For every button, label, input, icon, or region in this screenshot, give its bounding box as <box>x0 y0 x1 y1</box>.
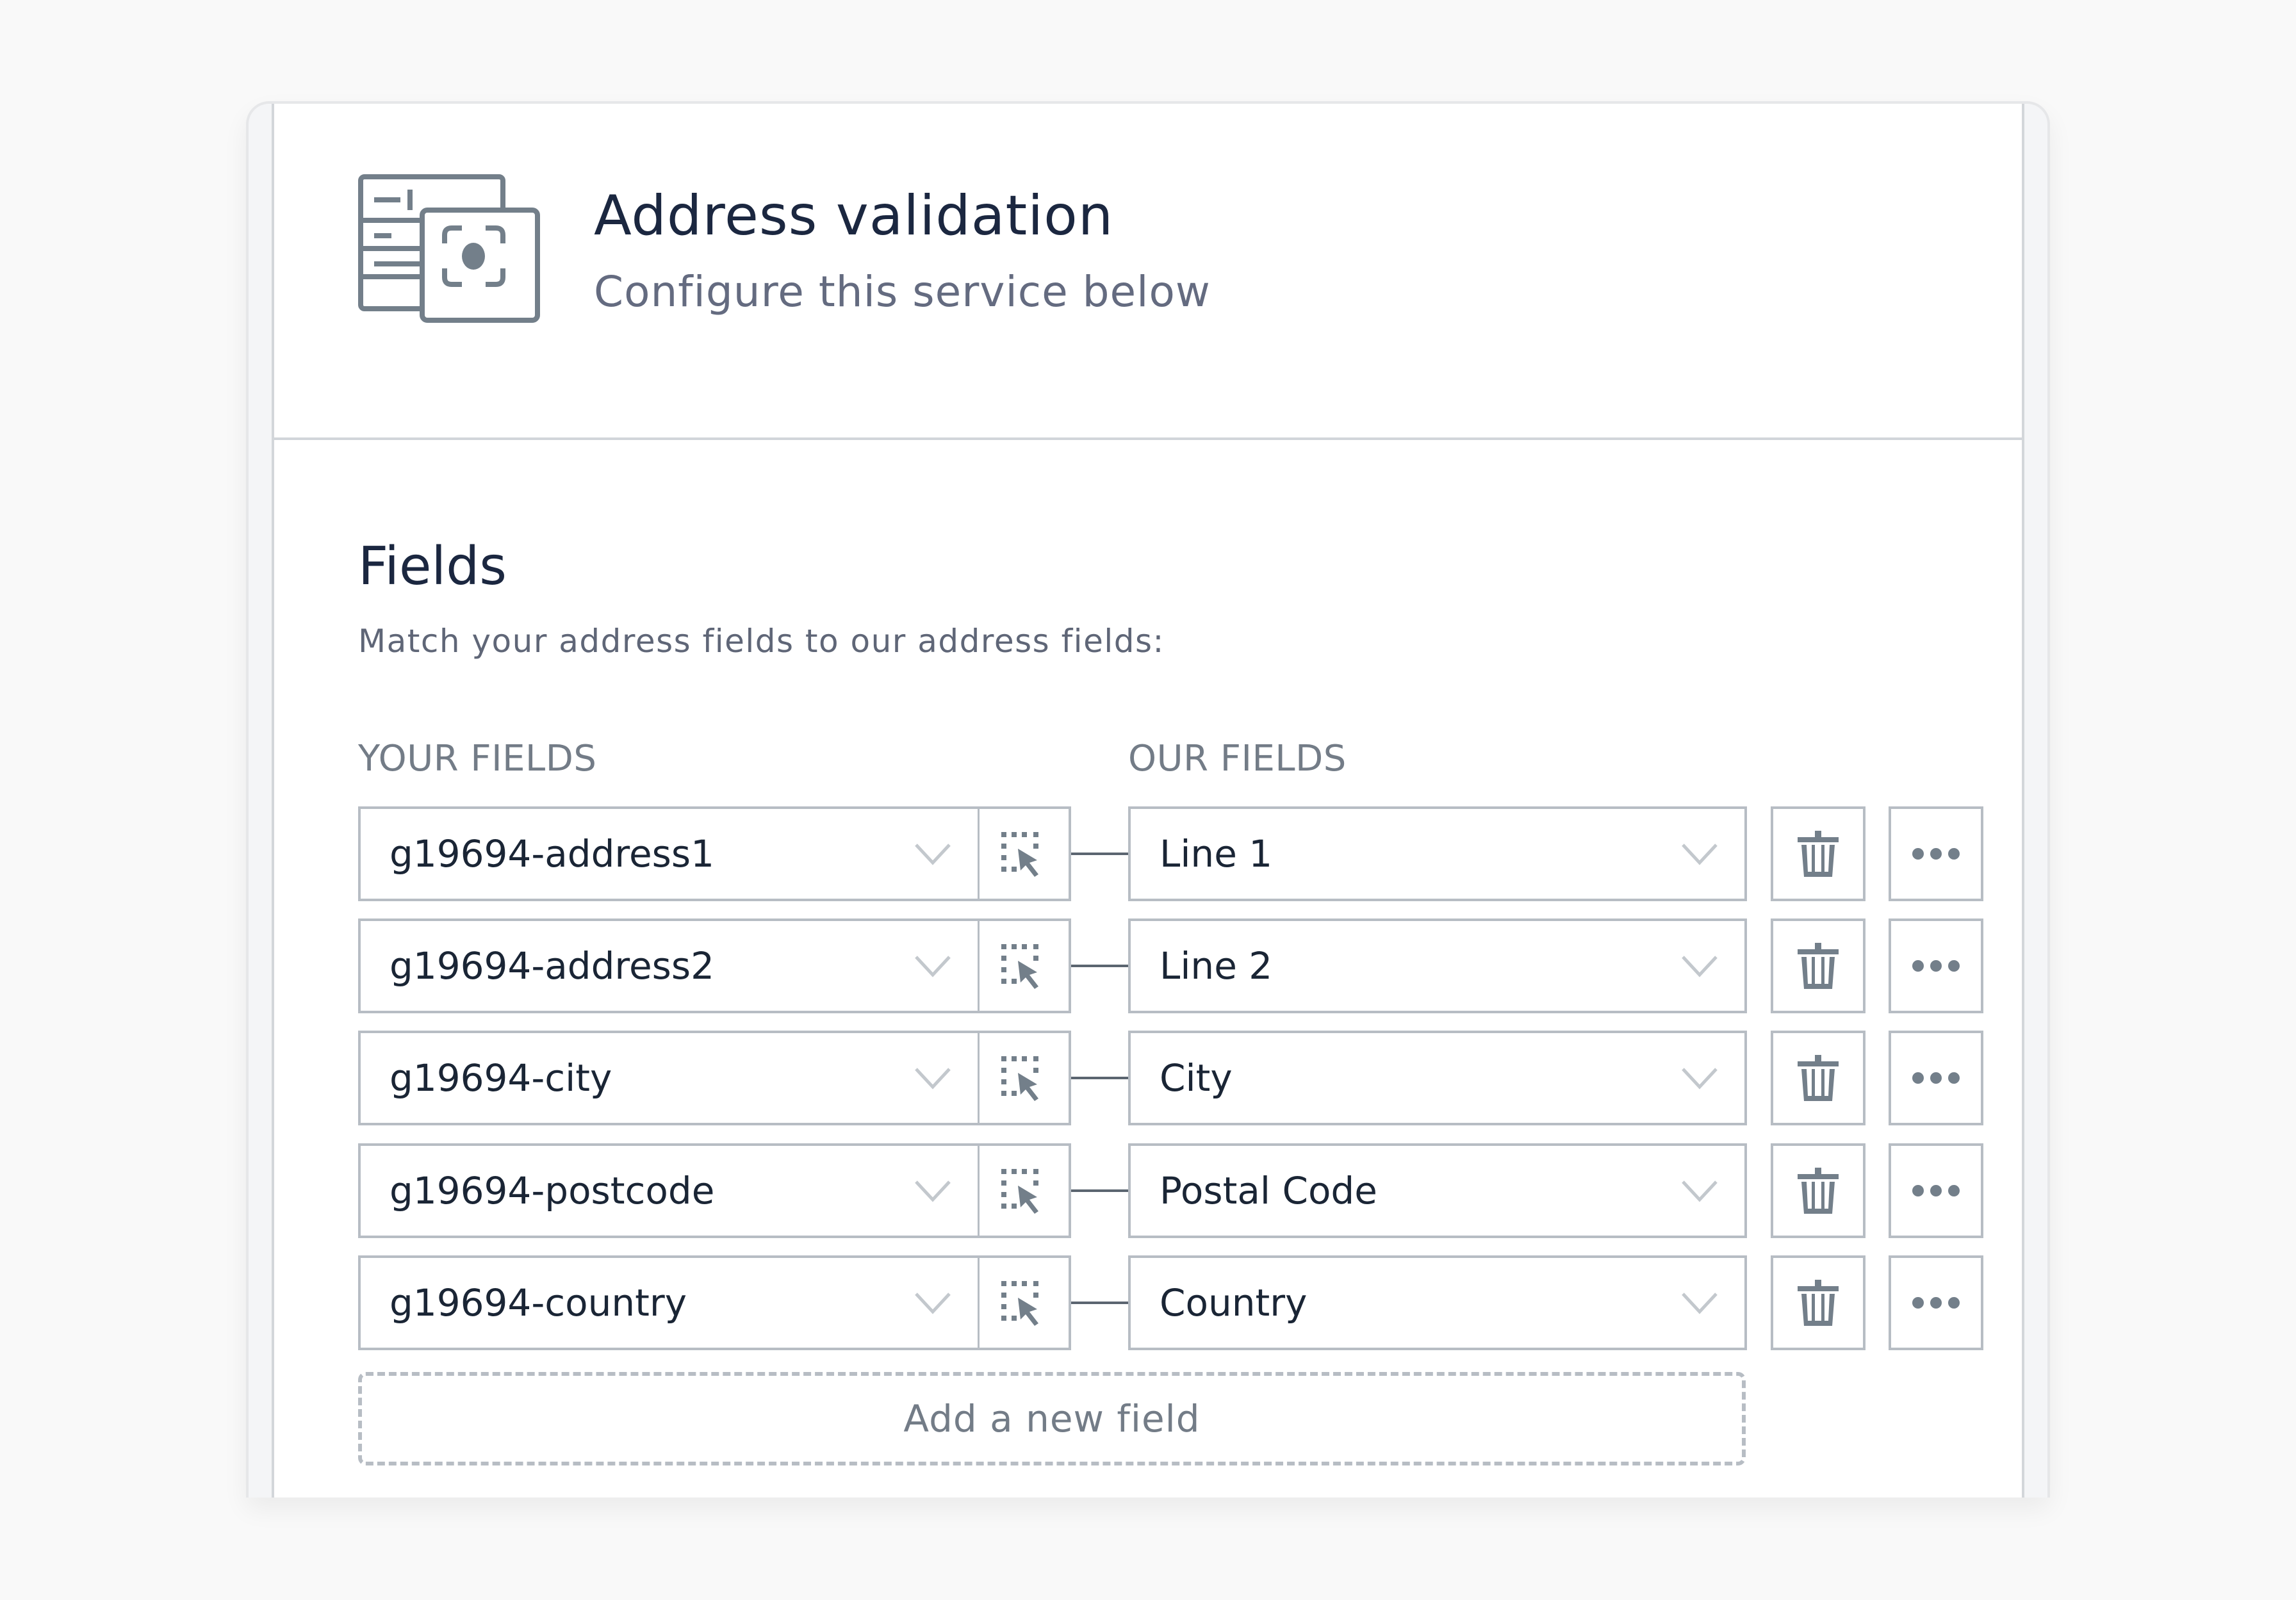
your-field-value: g19694-address2 <box>390 944 715 988</box>
field-mapping-row: g19694-address2 Line 2 <box>358 918 1983 1013</box>
your-field-value: g19694-postcode <box>390 1169 715 1212</box>
our-fields-column-label: OUR FIELDS <box>1128 738 1347 780</box>
element-picker-icon <box>1001 1281 1038 1326</box>
header-divider <box>274 437 2022 440</box>
more-options-button[interactable] <box>1889 1255 1983 1350</box>
trash-icon <box>1798 831 1839 877</box>
more-horizontal-icon <box>1912 848 1960 860</box>
our-field-select[interactable]: Line 1 <box>1128 806 1747 901</box>
our-field-value: Country <box>1160 1281 1308 1325</box>
your-field-select[interactable]: g19694-city <box>358 1031 978 1125</box>
chevron-down-icon <box>915 844 951 865</box>
chevron-down-icon <box>1682 1293 1718 1314</box>
trash-icon <box>1798 1280 1839 1326</box>
page-subtitle: Configure this service below <box>594 267 1211 316</box>
more-options-button[interactable] <box>1889 918 1983 1013</box>
delete-row-button[interactable] <box>1771 918 1866 1013</box>
your-field-value: g19694-address1 <box>390 832 715 876</box>
page-title: Address validation <box>594 184 1114 248</box>
your-field-value: g19694-country <box>390 1281 687 1325</box>
mapping-connector-line <box>1071 1189 1128 1192</box>
your-field-select[interactable]: g19694-address2 <box>358 918 978 1013</box>
our-field-select[interactable]: Country <box>1128 1255 1747 1350</box>
field-mapping-row: g19694-city City <box>358 1031 1983 1125</box>
trash-icon <box>1798 943 1839 989</box>
chevron-down-icon <box>915 1180 951 1202</box>
element-picker-button[interactable] <box>978 1255 1071 1350</box>
delete-row-button[interactable] <box>1771 1255 1866 1350</box>
more-options-button[interactable] <box>1889 1031 1983 1125</box>
chevron-down-icon <box>1682 1068 1718 1090</box>
your-field-value: g19694-city <box>390 1056 612 1100</box>
our-field-value: Postal Code <box>1160 1169 1377 1212</box>
more-horizontal-icon <box>1912 960 1960 972</box>
service-config-card: Address validation Configure this servic… <box>246 101 2050 1498</box>
more-horizontal-icon <box>1912 1297 1960 1309</box>
element-picker-button[interactable] <box>978 806 1071 901</box>
mapping-connector-line <box>1071 1077 1128 1079</box>
our-field-select[interactable]: City <box>1128 1031 1747 1125</box>
your-field-select[interactable]: g19694-postcode <box>358 1143 978 1238</box>
element-picker-icon <box>1001 1169 1038 1214</box>
fields-section-title: Fields <box>358 536 507 597</box>
mapping-connector-line <box>1071 853 1128 855</box>
chevron-down-icon <box>1682 1180 1718 1202</box>
mapping-connector-line <box>1071 965 1128 967</box>
more-horizontal-icon <box>1912 1072 1960 1084</box>
fields-section-description: Match your address fields to our address… <box>358 623 1165 660</box>
our-field-select[interactable]: Line 2 <box>1128 918 1747 1013</box>
your-field-select[interactable]: g19694-country <box>358 1255 978 1350</box>
your-fields-column-label: YOUR FIELDS <box>358 738 597 780</box>
trash-icon <box>1798 1055 1839 1101</box>
chevron-down-icon <box>1682 844 1718 865</box>
field-mapping-row: g19694-postcode Postal Code <box>358 1143 1983 1238</box>
delete-row-button[interactable] <box>1771 1031 1866 1125</box>
delete-row-button[interactable] <box>1771 806 1866 901</box>
our-field-value: Line 2 <box>1160 944 1273 988</box>
element-picker-icon <box>1001 1056 1038 1101</box>
address-validation-service-icon <box>358 174 540 323</box>
card-header: Address validation Configure this servic… <box>274 104 2022 440</box>
element-picker-icon <box>1001 944 1038 989</box>
element-picker-icon <box>1001 832 1038 877</box>
our-field-value: City <box>1160 1056 1233 1100</box>
our-field-select[interactable]: Postal Code <box>1128 1143 1747 1238</box>
mapping-connector-line <box>1071 1302 1128 1304</box>
more-options-button[interactable] <box>1889 1143 1983 1238</box>
our-field-value: Line 1 <box>1160 832 1273 876</box>
chevron-down-icon <box>915 1293 951 1314</box>
your-field-select[interactable]: g19694-address1 <box>358 806 978 901</box>
trash-icon <box>1798 1168 1839 1214</box>
delete-row-button[interactable] <box>1771 1143 1866 1238</box>
chevron-down-icon <box>915 1068 951 1090</box>
chevron-down-icon <box>915 956 951 977</box>
field-mapping-row: g19694-country Country <box>358 1255 1983 1350</box>
more-options-button[interactable] <box>1889 806 1983 901</box>
element-picker-button[interactable] <box>978 1143 1071 1238</box>
card-content: Address validation Configure this servic… <box>272 104 2024 1498</box>
element-picker-button[interactable] <box>978 1031 1071 1125</box>
element-picker-button[interactable] <box>978 918 1071 1013</box>
add-new-field-button[interactable]: Add a new field <box>358 1372 1746 1465</box>
chevron-down-icon <box>1682 956 1718 977</box>
field-mapping-row: g19694-address1 Line 1 <box>358 806 1983 901</box>
more-horizontal-icon <box>1912 1185 1960 1196</box>
